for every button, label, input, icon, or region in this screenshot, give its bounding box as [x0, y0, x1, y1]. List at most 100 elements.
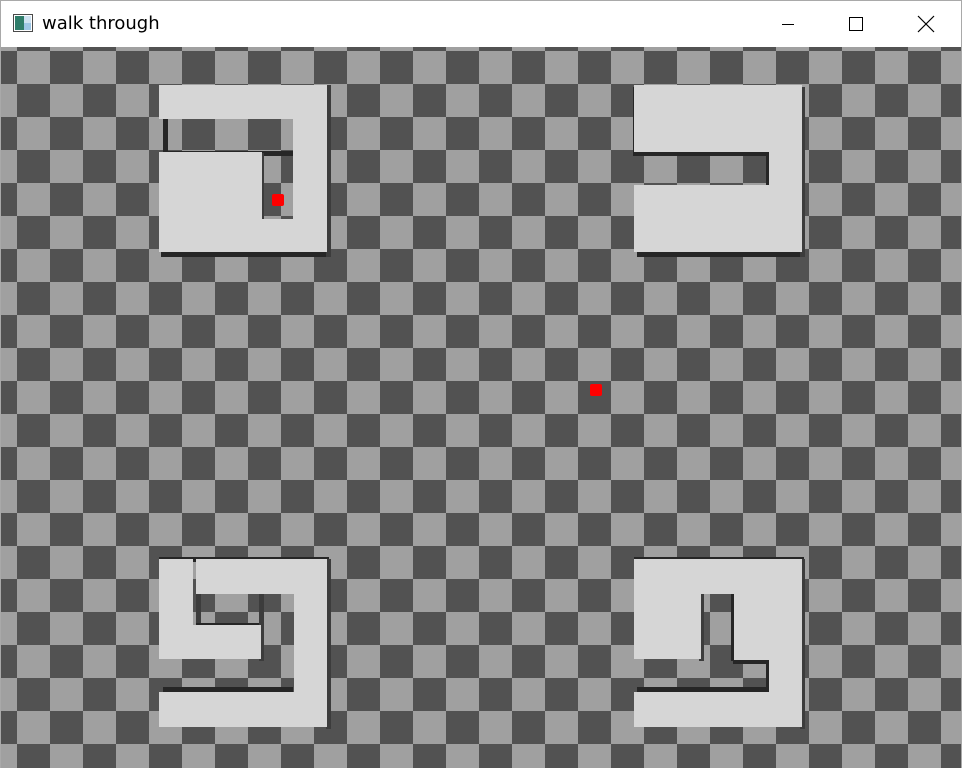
close-button[interactable] — [891, 1, 961, 47]
floor-tile — [413, 414, 447, 448]
floor-tile — [941, 315, 961, 349]
floor-tile — [908, 51, 942, 85]
floor-tile — [281, 381, 315, 415]
floor-tile — [248, 414, 282, 448]
floor-tile — [1, 480, 18, 514]
scene-canvas[interactable] — [1, 47, 961, 768]
floor-tile — [347, 744, 381, 768]
floor-tile — [578, 47, 612, 52]
floor-tile — [545, 315, 579, 349]
floor-tile — [644, 513, 678, 547]
floor-tile — [875, 183, 909, 217]
floor-tile — [380, 348, 414, 382]
floor-tile — [446, 678, 480, 712]
floor-tile — [17, 249, 51, 283]
floor-tile — [446, 711, 480, 745]
floor-tile — [50, 315, 84, 349]
floor-tile — [941, 579, 961, 613]
floor-tile — [809, 744, 843, 768]
floor-tile — [17, 47, 51, 52]
floor-tile — [941, 117, 961, 151]
floor-tile — [644, 47, 678, 52]
floor-tile — [644, 51, 678, 85]
floor-tile — [644, 447, 678, 481]
floor-tile — [248, 315, 282, 349]
floor-tile — [17, 447, 51, 481]
floor-tile — [446, 612, 480, 646]
floor-tile — [512, 381, 546, 415]
floor-tile — [83, 447, 117, 481]
floor-tile — [479, 414, 513, 448]
floor-tile — [215, 414, 249, 448]
player-marker — [590, 384, 602, 396]
floor-tile — [875, 711, 909, 745]
floor-tile — [413, 348, 447, 382]
floor-tile — [347, 447, 381, 481]
floor-tile — [776, 381, 810, 415]
floor-tile — [512, 546, 546, 580]
floor-tile — [743, 447, 777, 481]
floor-tile — [347, 282, 381, 316]
floor-tile — [215, 480, 249, 514]
floor-tile — [479, 447, 513, 481]
floor-tile — [908, 150, 942, 184]
floor-tile — [446, 579, 480, 613]
floor-tile — [413, 711, 447, 745]
floor-tile — [809, 282, 843, 316]
floor-tile — [644, 315, 678, 349]
floor-tile — [479, 546, 513, 580]
3d-viewport[interactable] — [1, 47, 961, 768]
floor-tile — [413, 47, 447, 52]
floor-tile — [941, 47, 961, 52]
floor-tile — [512, 645, 546, 679]
floor-tile — [149, 480, 183, 514]
floor-tile — [446, 546, 480, 580]
floor-tile — [809, 47, 843, 52]
floor-tile — [875, 579, 909, 613]
floor-tile — [413, 546, 447, 580]
floor-tile — [149, 513, 183, 547]
floor-tile — [479, 51, 513, 85]
checkerboard-floor — [1, 47, 961, 768]
floor-tile — [578, 612, 612, 646]
floor-tile — [1, 84, 18, 118]
floor-tile — [281, 480, 315, 514]
floor-tile — [875, 47, 909, 52]
floor-tile — [743, 513, 777, 547]
floor-tile — [248, 513, 282, 547]
floor-tile — [347, 117, 381, 151]
title-bar[interactable]: walk through — [1, 1, 961, 47]
maximize-button[interactable] — [821, 1, 891, 47]
minimize-button[interactable] — [753, 1, 823, 47]
floor-tile — [380, 546, 414, 580]
floor-tile — [479, 480, 513, 514]
floor-tile — [413, 744, 447, 768]
floor-tile — [380, 84, 414, 118]
floor-tile — [710, 480, 744, 514]
floor-tile — [347, 150, 381, 184]
floor-tile — [50, 414, 84, 448]
floor-tile — [875, 612, 909, 646]
floor-tile — [611, 315, 645, 349]
floor-tile — [512, 249, 546, 283]
floor-tile — [50, 447, 84, 481]
floor-tile — [743, 414, 777, 448]
floor-tile — [611, 447, 645, 481]
floor-tile — [908, 678, 942, 712]
floor-tile — [677, 47, 711, 52]
floor-tile — [446, 315, 480, 349]
floor-tile — [842, 414, 876, 448]
floor-tile — [479, 348, 513, 382]
floor-tile — [908, 447, 942, 481]
floor-tile — [512, 612, 546, 646]
floor-tile — [50, 711, 84, 745]
floor-tile — [149, 47, 183, 52]
floor-tile — [50, 546, 84, 580]
floor-tile — [578, 579, 612, 613]
floor-tile — [941, 381, 961, 415]
floor-tile — [875, 513, 909, 547]
floor-tile — [809, 315, 843, 349]
wall-top — [159, 559, 327, 727]
floor-tile — [941, 183, 961, 217]
target-marker — [272, 194, 284, 206]
